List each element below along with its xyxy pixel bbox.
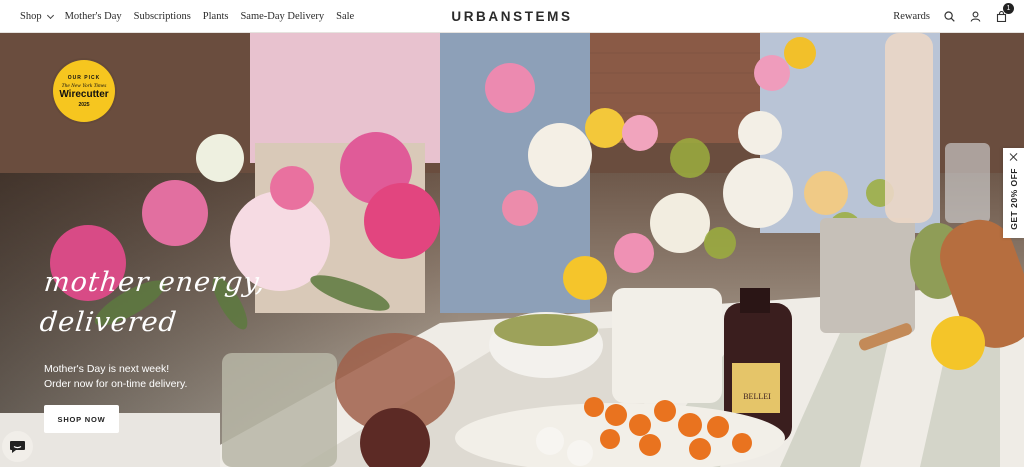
- rewards-link[interactable]: Rewards: [893, 11, 930, 22]
- nav-item-subscriptions[interactable]: Subscriptions: [134, 11, 191, 22]
- nav-item-same-day-delivery[interactable]: Same-Day Delivery: [240, 11, 324, 22]
- nav-item-label: Shop: [20, 11, 42, 22]
- chat-button[interactable]: [2, 431, 33, 462]
- account-icon[interactable]: [968, 10, 982, 24]
- header-actions: Rewards 1: [893, 0, 1014, 33]
- chat-bubble-icon: [10, 441, 25, 453]
- cart-icon[interactable]: 1: [994, 2, 1014, 24]
- cart-count-badge: 1: [1003, 2, 1014, 14]
- badge-year: 2025: [78, 101, 90, 108]
- subtitle-line-2: Order now for on-time delivery.: [44, 378, 188, 390]
- badge-top-text: OUR PICK: [67, 74, 101, 81]
- nav-item-mothers-day[interactable]: Mother's Day: [65, 11, 122, 22]
- nav-item-sale[interactable]: Sale: [336, 11, 354, 22]
- nav-item-label: Mother's Day: [64, 11, 122, 22]
- site-logo[interactable]: URBANSTEMS: [451, 9, 572, 24]
- headline-line-2: delivered: [38, 307, 179, 338]
- bottle-label: BELLEI: [743, 392, 771, 401]
- close-icon[interactable]: [1009, 152, 1019, 162]
- hero-banner: OUR PICK The New York Times Wirecutter 2…: [0, 33, 1024, 467]
- nav-item-label: Plants: [202, 11, 229, 22]
- hero-image: [0, 33, 1024, 467]
- bottle-label-text: BELLEI: [743, 392, 771, 401]
- promo-tab-label[interactable]: GET 20% OFF: [1009, 168, 1019, 230]
- badge-brand: Wirecutter: [59, 88, 109, 100]
- subtitle-line-1: Mother's Day is next week!: [44, 363, 170, 375]
- nav-item-label: Sale: [336, 11, 355, 22]
- main-nav: Shop Mother's Day Subscriptions Plants S…: [20, 0, 354, 33]
- headline-line-1: mother energy,: [42, 267, 268, 298]
- nav-item-label: Same-Day Delivery: [240, 11, 325, 22]
- shop-now-button[interactable]: SHOP NOW: [44, 405, 119, 433]
- search-icon[interactable]: [942, 10, 956, 24]
- promo-side-tab: GET 20% OFF: [1003, 148, 1024, 238]
- nav-item-shop[interactable]: Shop: [20, 11, 54, 22]
- nav-item-label: Subscriptions: [133, 11, 191, 22]
- hero-headline: mother energy, delivered: [38, 263, 268, 343]
- nav-item-plants[interactable]: Plants: [203, 11, 229, 22]
- wirecutter-badge: OUR PICK The New York Times Wirecutter 2…: [53, 60, 115, 122]
- hero-subtitle: Mother's Day is next week! Order now for…: [44, 362, 187, 392]
- site-header: Shop Mother's Day Subscriptions Plants S…: [0, 0, 1024, 33]
- chevron-down-icon: [46, 11, 54, 19]
